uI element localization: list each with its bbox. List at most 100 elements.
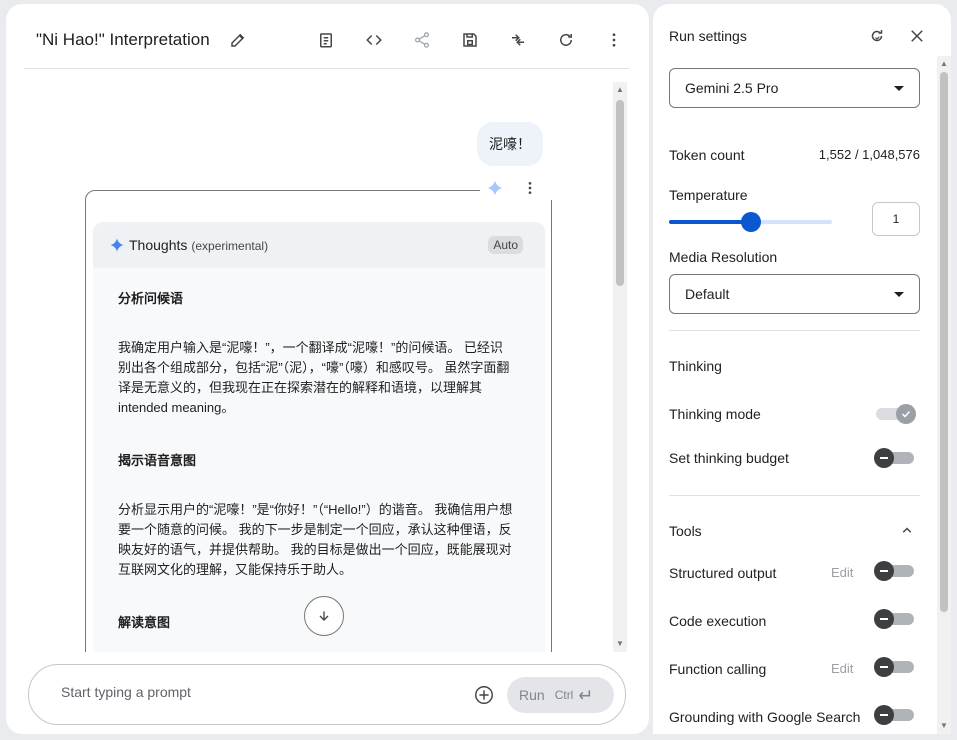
tool-function-calling-label: Function calling bbox=[669, 661, 767, 677]
get-code-button[interactable] bbox=[360, 26, 388, 54]
clipboard-button[interactable] bbox=[312, 26, 340, 54]
thoughts-spark-icon bbox=[110, 238, 124, 252]
clipboard-icon bbox=[320, 33, 332, 48]
compare-button[interactable] bbox=[504, 26, 532, 54]
toggle-knob bbox=[874, 448, 894, 468]
add-circle-icon bbox=[475, 686, 493, 704]
media-resolution-select[interactable]: Default bbox=[669, 274, 920, 314]
more-vert-icon bbox=[612, 33, 616, 47]
run-label: Run bbox=[519, 687, 545, 703]
close-settings-button[interactable] bbox=[903, 22, 931, 50]
response-more-button[interactable] bbox=[522, 180, 538, 196]
run-settings-panel: Run settings Gemini 2.5 Pro Token count … bbox=[653, 4, 951, 734]
check-icon bbox=[901, 410, 911, 418]
refresh-icon bbox=[560, 33, 572, 46]
arrow-down-icon bbox=[319, 611, 329, 621]
scroll-up-arrow-icon[interactable]: ▲ bbox=[940, 60, 948, 68]
thinking-budget-toggle[interactable] bbox=[874, 447, 916, 469]
reset-settings-icon bbox=[871, 30, 883, 42]
pencil-icon bbox=[231, 33, 245, 47]
toggle-knob bbox=[874, 705, 894, 725]
thoughts-subtitle: (experimental) bbox=[191, 239, 269, 253]
thinking-section-title: Thinking bbox=[669, 358, 722, 374]
tool-structured-output-label: Structured output bbox=[669, 565, 777, 581]
thoughts-header[interactable]: Thoughts (experimental) Auto bbox=[93, 222, 545, 268]
temperature-label: Temperature bbox=[669, 187, 748, 203]
media-resolution-value: Default bbox=[685, 286, 730, 302]
token-count-label: Token count bbox=[669, 147, 745, 163]
settings-list: Gemini 2.5 Pro Token count 1,552 / 1,048… bbox=[653, 56, 938, 734]
settings-scrollbar[interactable]: ▲ ▼ bbox=[937, 56, 951, 734]
tools-section-title: Tools bbox=[669, 523, 702, 539]
tools-collapse-button[interactable] bbox=[893, 516, 921, 544]
temperature-slider-fill bbox=[669, 220, 751, 224]
reset-button[interactable] bbox=[552, 26, 580, 54]
save-button[interactable] bbox=[456, 26, 484, 54]
run-settings-title: Run settings bbox=[669, 28, 747, 44]
save-icon bbox=[463, 33, 477, 47]
chat-scrollbar[interactable]: ▲ ▼ bbox=[613, 82, 627, 652]
run-shortcut: Ctrl bbox=[554, 688, 574, 702]
settings-scroll-thumb[interactable] bbox=[940, 72, 948, 612]
scroll-up-arrow-icon[interactable]: ▲ bbox=[616, 86, 624, 94]
chat-scroll-thumb[interactable] bbox=[616, 100, 624, 286]
google-search-toggle[interactable] bbox=[874, 704, 916, 726]
thought-heading: 揭示语音意图 bbox=[118, 453, 197, 468]
toggle-knob bbox=[874, 609, 894, 629]
prompt-bar: Run Ctrl bbox=[28, 664, 626, 725]
chat-thread: 泥嚎！ Thoughts (experimental) Auto 分析问候语 我确… bbox=[24, 70, 629, 652]
structured-output-edit-link[interactable]: Edit bbox=[831, 565, 853, 580]
dropdown-caret-icon bbox=[894, 292, 904, 297]
more-options-button[interactable] bbox=[600, 26, 628, 54]
media-resolution-label: Media Resolution bbox=[669, 249, 778, 265]
model-response-actions bbox=[480, 178, 552, 200]
chat-panel: "Ni Hao!" Interpretation 泥嚎！ Thoughts (e… bbox=[6, 4, 649, 734]
temperature-slider-thumb[interactable] bbox=[740, 212, 761, 232]
thinking-mode-toggle[interactable] bbox=[874, 403, 916, 425]
toggle-knob bbox=[874, 657, 894, 677]
share-button[interactable] bbox=[408, 26, 436, 54]
reset-settings-button[interactable] bbox=[863, 22, 891, 50]
thoughts-title: Thoughts (experimental) bbox=[129, 237, 268, 253]
share-icon bbox=[415, 32, 429, 48]
compare-arrows-icon bbox=[512, 34, 524, 46]
scroll-down-arrow-icon[interactable]: ▼ bbox=[616, 640, 624, 648]
thought-paragraph: 我确定用户输入是“泥嚎！”，一个翻译成“泥嚎！”的问候语。 已经识别出各个组成部… bbox=[118, 340, 510, 415]
auto-badge: Auto bbox=[488, 236, 523, 254]
prompt-input[interactable] bbox=[61, 684, 441, 700]
edit-title-button[interactable] bbox=[224, 26, 252, 54]
thoughts-body: 分析问候语 我确定用户输入是“泥嚎！”，一个翻译成“泥嚎！”的问候语。 已经识别… bbox=[93, 288, 545, 630]
toggle-knob bbox=[874, 561, 894, 581]
function-calling-edit-link[interactable]: Edit bbox=[831, 661, 853, 676]
function-calling-toggle[interactable] bbox=[874, 656, 916, 678]
thought-paragraph: 分析显示用户的“泥嚎！”是“你好！”（“Hello!”）的谐音。 我确信用户想要… bbox=[118, 502, 513, 577]
divider bbox=[669, 330, 920, 331]
dropdown-caret-icon bbox=[894, 86, 904, 91]
page-title: "Ni Hao!" Interpretation bbox=[36, 30, 210, 49]
run-button[interactable]: Run Ctrl bbox=[507, 677, 614, 713]
model-select[interactable]: Gemini 2.5 Pro bbox=[669, 68, 920, 108]
temperature-slider[interactable] bbox=[669, 212, 832, 232]
tool-code-execution-label: Code execution bbox=[669, 613, 767, 629]
model-select-value: Gemini 2.5 Pro bbox=[685, 80, 779, 96]
close-icon bbox=[911, 30, 923, 42]
thought-heading: 分析问候语 bbox=[118, 291, 184, 306]
thinking-mode-label: Thinking mode bbox=[669, 406, 761, 422]
tool-google-search-label: Grounding with Google Search bbox=[669, 709, 861, 725]
chat-header: "Ni Hao!" Interpretation bbox=[24, 4, 629, 69]
enter-key-icon bbox=[579, 690, 591, 700]
token-count-value: 1,552 / 1,048,576 bbox=[818, 147, 920, 162]
thoughts-panel: Thoughts (experimental) Auto 分析问候语 我确定用户输… bbox=[93, 222, 545, 652]
thoughts-title-text: Thoughts bbox=[129, 237, 188, 253]
toggle-knob bbox=[896, 404, 916, 424]
user-message: 泥嚎！ bbox=[477, 122, 543, 166]
code-icon bbox=[366, 34, 382, 46]
code-execution-toggle[interactable] bbox=[874, 608, 916, 630]
scroll-down-arrow-icon[interactable]: ▼ bbox=[940, 722, 948, 730]
scroll-to-bottom-button[interactable] bbox=[304, 596, 344, 636]
structured-output-toggle[interactable] bbox=[874, 560, 916, 582]
divider bbox=[669, 495, 920, 496]
chevron-up-icon bbox=[902, 527, 912, 533]
temperature-input[interactable]: 1 bbox=[872, 202, 920, 236]
add-media-button[interactable] bbox=[473, 684, 495, 706]
